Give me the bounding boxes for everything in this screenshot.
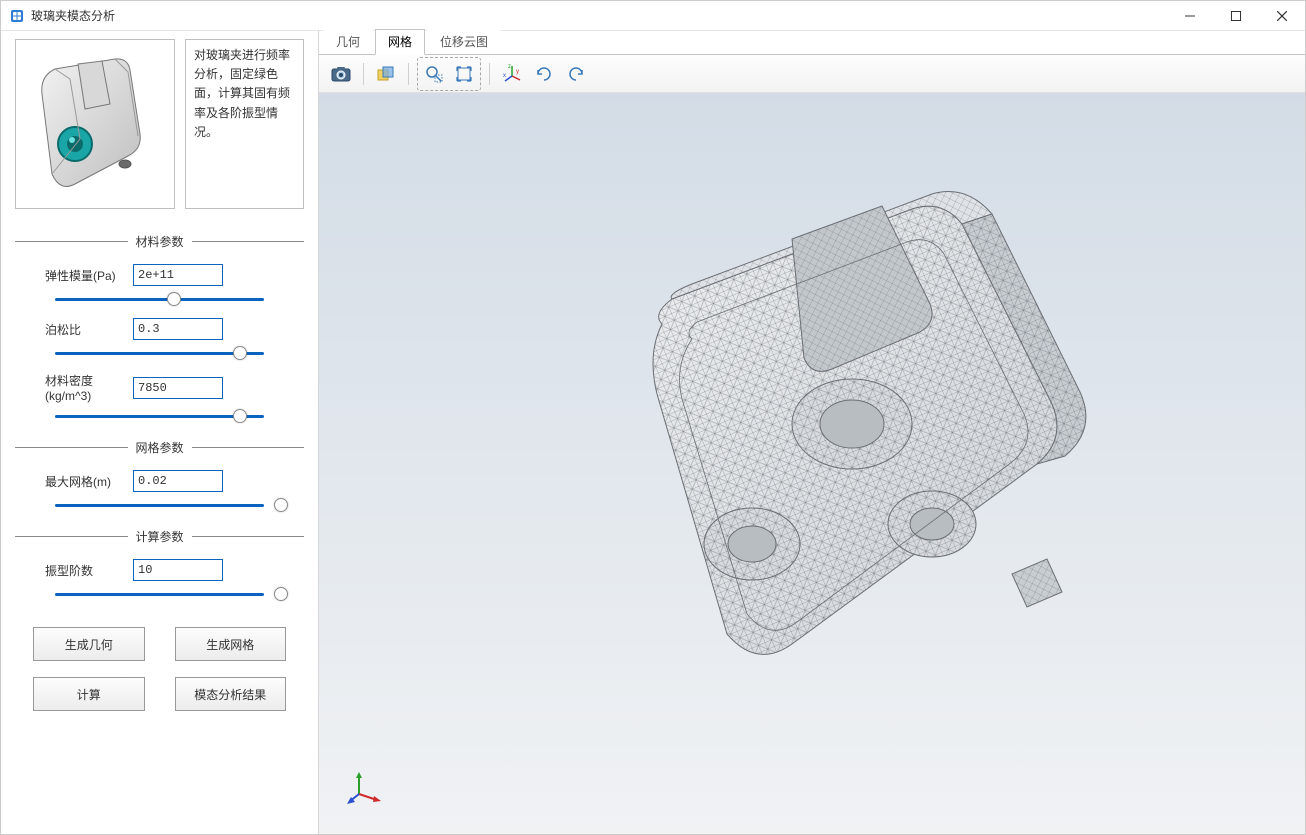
description-box: 对玻璃夹进行频率分析，固定绿色面，计算其固有频率及各阶振型情况。 — [185, 39, 304, 209]
results-button[interactable]: 模态分析结果 — [175, 677, 287, 711]
section-material: 材料参数 — [15, 233, 304, 250]
app-icon — [9, 8, 25, 24]
viewport-toolbar: z y x — [319, 55, 1305, 93]
zoom-box-icon[interactable] — [420, 60, 448, 88]
density-slider[interactable] — [15, 407, 304, 427]
poisson-input[interactable] — [133, 318, 223, 340]
tab-geometry[interactable]: 几何 — [323, 29, 373, 54]
svg-text:y: y — [516, 69, 519, 75]
param-modes: 振型阶数 — [15, 559, 304, 605]
param-maxmesh: 最大网格(m) — [15, 470, 304, 516]
section-mesh-label: 网格参数 — [128, 439, 192, 456]
young-input[interactable] — [133, 264, 223, 286]
modes-label: 振型阶数 — [15, 562, 123, 579]
param-poisson: 泊松比 — [15, 318, 304, 364]
section-compute: 计算参数 — [15, 528, 304, 545]
action-buttons: 生成几何 生成网格 计算 模态分析结果 — [15, 627, 304, 711]
zoom-extents-icon[interactable] — [450, 60, 478, 88]
sidebar-top: 对玻璃夹进行频率分析，固定绿色面，计算其固有频率及各阶振型情况。 — [15, 39, 304, 209]
tab-displacement[interactable]: 位移云图 — [427, 29, 501, 54]
modes-input[interactable] — [133, 559, 223, 581]
tabs: 几何 网格 位移云图 — [319, 31, 1305, 55]
sidebar: 对玻璃夹进行频率分析，固定绿色面，计算其固有频率及各阶振型情况。 材料参数 弹性… — [1, 31, 319, 834]
section-mesh: 网格参数 — [15, 439, 304, 456]
axis-orient-icon[interactable]: z y x — [498, 60, 526, 88]
rotate-cw-icon[interactable] — [562, 60, 590, 88]
modes-slider[interactable] — [15, 585, 304, 605]
param-young: 弹性模量(Pa) — [15, 264, 304, 310]
param-density: 材料密度(kg/m^3) — [15, 372, 304, 427]
tab-mesh[interactable]: 网格 — [375, 29, 425, 55]
rotate-ccw-icon[interactable] — [530, 60, 558, 88]
section-compute-label: 计算参数 — [128, 528, 192, 545]
young-slider[interactable] — [15, 290, 304, 310]
maximize-button[interactable] — [1213, 1, 1259, 30]
svg-text:x: x — [503, 73, 506, 79]
young-label: 弹性模量(Pa) — [15, 267, 123, 284]
minimize-button[interactable] — [1167, 1, 1213, 30]
model-thumbnail — [15, 39, 175, 209]
main: 对玻璃夹进行频率分析，固定绿色面，计算其固有频率及各阶振型情况。 材料参数 弹性… — [1, 31, 1305, 834]
poisson-label: 泊松比 — [15, 321, 123, 338]
gen-geometry-button[interactable]: 生成几何 — [33, 627, 145, 661]
window-title: 玻璃夹模态分析 — [31, 7, 115, 24]
gen-mesh-button[interactable]: 生成网格 — [175, 627, 287, 661]
close-button[interactable] — [1259, 1, 1305, 30]
axis-triad-icon — [347, 770, 383, 806]
titlebar: 玻璃夹模态分析 — [1, 1, 1305, 31]
transparency-icon[interactable] — [372, 60, 400, 88]
density-label: 材料密度(kg/m^3) — [15, 372, 123, 403]
viewport-3d[interactable] — [319, 93, 1305, 834]
maxmesh-slider[interactable] — [15, 496, 304, 516]
mesh-render — [492, 144, 1132, 784]
zoom-group — [417, 57, 481, 91]
content: 几何 网格 位移云图 — [319, 31, 1305, 834]
section-material-label: 材料参数 — [128, 233, 192, 250]
svg-text:z: z — [508, 64, 511, 70]
maxmesh-input[interactable] — [133, 470, 223, 492]
compute-button[interactable]: 计算 — [33, 677, 145, 711]
screenshot-icon[interactable] — [327, 60, 355, 88]
maxmesh-label: 最大网格(m) — [15, 473, 123, 490]
density-input[interactable] — [133, 377, 223, 399]
window-controls — [1167, 1, 1305, 30]
poisson-slider[interactable] — [15, 344, 304, 364]
